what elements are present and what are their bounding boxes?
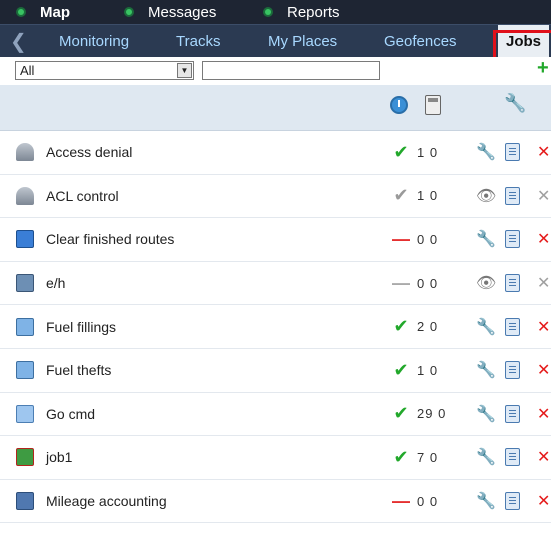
wrench-icon[interactable]: 🔧 xyxy=(476,142,496,162)
job-name: Mileage accounting xyxy=(46,493,167,510)
wrench-icon[interactable]: 🔧 xyxy=(476,360,496,380)
document-icon[interactable] xyxy=(505,230,520,249)
delete-icon[interactable]: ✕ xyxy=(537,186,550,206)
job-icon xyxy=(16,448,34,467)
job-name: job1 xyxy=(46,449,73,466)
execution-count: 7 0 xyxy=(417,449,439,465)
calculator-icon[interactable] xyxy=(425,95,441,115)
engine-hours-icon xyxy=(16,274,34,293)
nav-map[interactable]: Map xyxy=(18,0,70,24)
table-header: 🔧 xyxy=(0,85,551,131)
wrench-icon: 🔧 xyxy=(504,93,527,113)
nav-reports[interactable]: Reports xyxy=(265,0,340,24)
nav-messages[interactable]: Messages xyxy=(126,0,216,24)
delete-icon[interactable]: ✕ xyxy=(537,491,550,511)
table-row[interactable]: job1 ✔ 7 0 🔧 ✕ xyxy=(0,436,551,480)
filter-select-value: All xyxy=(20,63,35,78)
table-row[interactable]: Clear finished routes — 0 0 🔧 ✕ xyxy=(0,218,551,262)
wrench-icon[interactable]: 🔧 xyxy=(476,447,496,467)
delete-icon[interactable]: ✕ xyxy=(537,360,550,380)
table-row[interactable]: Fuel thefts ✔ 1 0 🔧 ✕ xyxy=(0,349,551,393)
delete-icon[interactable]: ✕ xyxy=(537,447,550,467)
table-row[interactable]: Go cmd ✔ 29 0 🔧 ✕ xyxy=(0,393,551,437)
user-access-icon xyxy=(16,186,34,205)
nav-reports-label: Reports xyxy=(287,3,340,21)
document-icon[interactable] xyxy=(505,361,520,380)
check-icon[interactable]: ✔ xyxy=(392,316,410,337)
execution-count: 0 0 xyxy=(417,231,439,247)
counter-icon xyxy=(16,492,34,511)
wrench-icon[interactable]: 🔧 xyxy=(476,317,496,337)
tab-tracks[interactable]: Tracks xyxy=(176,25,220,57)
command-icon xyxy=(16,404,34,423)
check-icon[interactable]: ✔ xyxy=(392,360,410,381)
tab-geofences[interactable]: Geofences xyxy=(384,25,457,57)
status-dot-icon xyxy=(265,9,271,15)
execution-count: 0 0 xyxy=(417,275,439,291)
document-icon[interactable] xyxy=(505,317,520,336)
execution-count: 1 0 xyxy=(417,188,439,204)
dash-icon[interactable]: — xyxy=(392,229,410,250)
tab-bar: ❮ Monitoring Tracks My Places Geofences … xyxy=(0,24,551,57)
table-row[interactable]: ACL control ✔ 1 0 👁 ✕ xyxy=(0,175,551,219)
report-icon xyxy=(16,317,34,336)
delete-icon[interactable]: ✕ xyxy=(537,404,550,424)
check-icon[interactable]: ✔ xyxy=(392,185,410,206)
job-name: Fuel thefts xyxy=(46,362,112,379)
status-dot-icon xyxy=(126,9,132,15)
status-dot-icon xyxy=(18,9,24,15)
document-icon[interactable] xyxy=(505,492,520,511)
document-icon[interactable] xyxy=(505,404,520,423)
filter-select[interactable]: All ▼ xyxy=(15,61,194,80)
user-access-icon xyxy=(16,143,34,162)
table-row[interactable]: e/h — 0 0 👁 ✕ xyxy=(0,262,551,306)
dropdown-arrow-icon[interactable]: ▼ xyxy=(177,63,192,78)
tab-monitoring[interactable]: Monitoring xyxy=(59,25,129,57)
document-icon[interactable] xyxy=(505,274,520,293)
wrench-icon[interactable]: 🔧 xyxy=(476,404,496,424)
delete-icon[interactable]: ✕ xyxy=(537,142,550,162)
table-row[interactable]: Fuel fillings ✔ 2 0 🔧 ✕ xyxy=(0,305,551,349)
plus-icon[interactable]: + xyxy=(537,58,551,78)
document-icon[interactable] xyxy=(505,143,520,162)
check-icon[interactable]: ✔ xyxy=(392,447,410,468)
routes-icon xyxy=(16,230,34,249)
wrench-icon[interactable]: 🔧 xyxy=(476,229,496,249)
power-icon[interactable] xyxy=(390,96,408,114)
document-icon[interactable] xyxy=(505,186,520,205)
check-icon[interactable]: ✔ xyxy=(392,403,410,424)
tab-my-places[interactable]: My Places xyxy=(268,25,337,57)
job-name: Fuel fillings xyxy=(46,318,117,335)
chevron-left-icon[interactable]: ❮ xyxy=(10,25,27,57)
job-name: Go cmd xyxy=(46,405,96,422)
nav-map-label: Map xyxy=(40,3,70,21)
check-icon[interactable]: ✔ xyxy=(392,142,410,163)
delete-icon[interactable]: ✕ xyxy=(537,229,550,249)
wrench-icon[interactable]: 🔧 xyxy=(476,491,496,511)
job-name: ACL control xyxy=(46,187,119,204)
execution-count: 29 0 xyxy=(417,406,447,422)
table-row[interactable]: Mileage accounting — 0 0 🔧 ✕ xyxy=(0,480,551,524)
nav-messages-label: Messages xyxy=(148,3,217,21)
eye-icon[interactable]: 👁 xyxy=(476,273,496,293)
table-row[interactable]: Access denial ✔ 1 0 🔧 ✕ xyxy=(0,131,551,175)
job-name: Clear finished routes xyxy=(46,231,175,248)
delete-icon[interactable]: ✕ xyxy=(537,317,550,337)
document-icon[interactable] xyxy=(505,448,520,467)
execution-count: 1 0 xyxy=(417,362,439,378)
filter-row: All ▼ xyxy=(0,57,551,85)
execution-count: 0 0 xyxy=(417,493,439,509)
execution-count: 1 0 xyxy=(417,144,439,160)
dash-icon[interactable]: — xyxy=(392,273,410,294)
eye-icon[interactable]: 👁 xyxy=(476,186,496,206)
report-icon xyxy=(16,361,34,380)
top-navigation: Map Messages Reports xyxy=(0,0,551,24)
search-input[interactable] xyxy=(202,61,380,80)
execution-count: 2 0 xyxy=(417,319,439,335)
delete-icon[interactable]: ✕ xyxy=(537,273,550,293)
job-name: e/h xyxy=(46,275,66,292)
job-name: Access denial xyxy=(46,144,133,161)
dash-icon[interactable]: — xyxy=(392,491,410,512)
